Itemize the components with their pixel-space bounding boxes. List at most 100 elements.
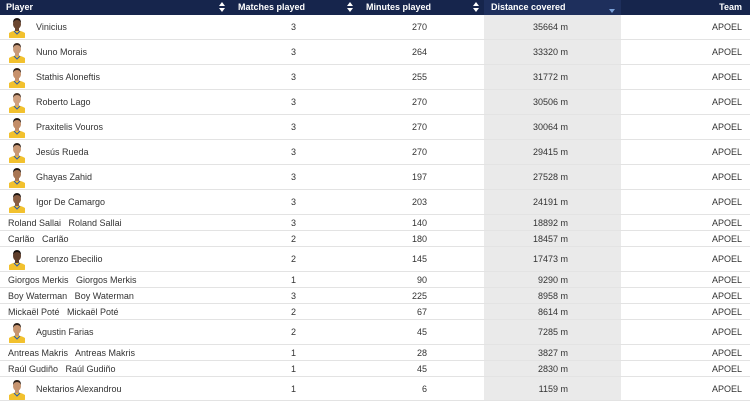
minutes-played-cell-value: 145 (411, 254, 427, 264)
player-cell[interactable]: Vinicius (0, 15, 230, 39)
player-cell[interactable]: Lorenzo Ebecilio (0, 247, 230, 271)
player-cell[interactable]: Nektarios Alexandrou (0, 377, 230, 400)
team-cell: APOEL (621, 115, 750, 139)
minutes-played-cell-value: 270 (411, 22, 427, 32)
matches-played-cell-value: 1 (290, 383, 296, 394)
table-row[interactable]: Lorenzo Ebecilio 2 145 17473 m APOEL (0, 247, 750, 272)
matches-played-cell: 3 (230, 190, 358, 214)
player-name[interactable]: Giorgos Merkis Giorgos Merkis (8, 275, 137, 285)
team-cell: APOEL (621, 165, 750, 189)
team-cell: APOEL (621, 140, 750, 164)
player-name[interactable]: Stathis Aloneftis (36, 72, 100, 82)
table-row[interactable]: Igor De Camargo 3 203 24191 m APOEL (0, 190, 750, 215)
table-row[interactable]: Carlão Carlão 2 180 18457 m APOEL (0, 231, 750, 247)
player-name[interactable]: Lorenzo Ebecilio (36, 254, 103, 264)
player-name[interactable]: Mickaël Poté Mickaël Poté (8, 307, 119, 317)
player-cell[interactable]: Stathis Aloneftis (0, 65, 230, 89)
minutes-played-cell: 6 (358, 377, 484, 400)
table-row[interactable]: Jesús Rueda 3 270 29415 m APOEL (0, 140, 750, 165)
minutes-played-cell-value: 197 (411, 172, 427, 182)
table-row[interactable]: Vinicius 3 270 35664 m APOEL (0, 15, 750, 40)
player-cell[interactable]: Boy Waterman Boy Waterman (0, 288, 230, 303)
minutes-played-cell-value: 67 (416, 306, 427, 317)
table-row[interactable]: Antreas Makris Antreas Makris 1 28 3827 m AP… (0, 345, 750, 361)
minutes-played-cell-value: 28 (416, 347, 427, 358)
player-name[interactable]: Agustin Farias (36, 327, 94, 337)
player-cell[interactable]: Agustin Farias (0, 320, 230, 344)
team-cell: APOEL (621, 288, 750, 303)
player-cell[interactable]: Roberto Lago (0, 90, 230, 114)
table-row[interactable]: Boy Waterman Boy Waterman 3 225 8958 m APOEL (0, 288, 750, 304)
table-row[interactable]: Praxitelis Vouros 3 270 30064 m APOEL (0, 115, 750, 140)
sort-arrows-icon[interactable] (219, 2, 225, 13)
player-name[interactable]: Jesús Rueda (36, 147, 89, 157)
player-name[interactable]: Roland Sallai Roland Sallai (8, 218, 122, 228)
player-cell[interactable]: Igor De Camargo (0, 190, 230, 214)
team-cell: APOEL (621, 247, 750, 271)
player-cell[interactable]: Roland Sallai Roland Sallai (0, 215, 230, 230)
player-name[interactable]: Igor De Camargo (36, 197, 105, 207)
player-avatar (8, 248, 26, 270)
sort-arrows-icon[interactable] (347, 2, 353, 13)
player-name[interactable]: Ghayas Zahid (36, 172, 92, 182)
minutes-played-cell-value: 270 (411, 97, 427, 107)
player-cell[interactable]: Nuno Morais (0, 40, 230, 64)
minutes-played-cell-value: 6 (421, 383, 427, 394)
matches-played-cell-value: 3 (290, 122, 296, 132)
minutes-played-cell: 255 (358, 65, 484, 89)
table-row[interactable]: Roberto Lago 3 270 30506 m APOEL (0, 90, 750, 115)
matches-played-cell-value: 3 (290, 217, 296, 228)
team-cell-value: APOEL (711, 306, 742, 317)
table-row[interactable]: Giorgos Merkis Giorgos Merkis 1 90 9290 m AP… (0, 272, 750, 288)
player-cell[interactable]: Ghayas Zahid (0, 165, 230, 189)
player-cell[interactable]: Mickaël Poté Mickaël Poté (0, 304, 230, 319)
column-header-distance[interactable]: Distance covered (484, 0, 621, 15)
distance-covered-cell: 7285 m (484, 320, 621, 344)
player-name[interactable]: Antreas Makris Antreas Makris (8, 348, 135, 358)
column-header-minutes[interactable]: Minutes played (358, 0, 484, 15)
distance-covered-cell-value: 35664 m (532, 22, 568, 32)
minutes-played-cell: 225 (358, 288, 484, 303)
table-row[interactable]: Roland Sallai Roland Sallai 3 140 18892 m AP… (0, 215, 750, 231)
matches-played-cell-value: 3 (290, 172, 296, 182)
player-cell[interactable]: Raúl Gudiño Raúl Gudiño (0, 361, 230, 376)
team-cell-value: APOEL (711, 47, 742, 57)
table-row[interactable]: Agustin Farias 2 45 7285 m APOEL (0, 320, 750, 345)
sort-descending-icon[interactable] (609, 9, 615, 13)
player-name[interactable]: Nuno Morais (36, 47, 87, 57)
minutes-played-cell: 203 (358, 190, 484, 214)
distance-covered-cell: 8614 m (484, 304, 621, 319)
distance-covered-cell: 31772 m (484, 65, 621, 89)
team-cell-value: APOEL (711, 274, 742, 285)
player-name[interactable]: Roberto Lago (36, 97, 91, 107)
column-header-player[interactable]: Player (0, 0, 230, 15)
player-name[interactable]: Nektarios Alexandrou (36, 384, 122, 394)
player-name[interactable]: Praxitelis Vouros (36, 122, 103, 132)
column-header-matches[interactable]: Matches played (230, 0, 358, 15)
matches-played-cell: 2 (230, 320, 358, 344)
distance-covered-cell-value: 29415 m (532, 147, 568, 157)
team-cell: APOEL (621, 65, 750, 89)
player-cell[interactable]: Carlão Carlão (0, 231, 230, 246)
table-row[interactable]: Stathis Aloneftis 3 255 31772 m APOEL (0, 65, 750, 90)
minutes-played-cell-value: 270 (411, 147, 427, 157)
player-cell[interactable]: Giorgos Merkis Giorgos Merkis (0, 272, 230, 287)
table-row[interactable]: Mickaël Poté Mickaël Poté 2 67 8614 m APOEL (0, 304, 750, 320)
player-name[interactable]: Raúl Gudiño Raúl Gudiño (8, 364, 116, 374)
player-name[interactable]: Carlão Carlão (8, 234, 69, 244)
table-row[interactable]: Nuno Morais 3 264 33320 m APOEL (0, 40, 750, 65)
matches-played-cell: 3 (230, 215, 358, 230)
sort-arrows-icon[interactable] (473, 2, 479, 13)
table-row[interactable]: Ghayas Zahid 3 197 27528 m APOEL (0, 165, 750, 190)
player-name[interactable]: Vinicius (36, 22, 67, 32)
team-cell: APOEL (621, 231, 750, 246)
player-name[interactable]: Boy Waterman Boy Waterman (8, 291, 134, 301)
team-cell-value: APOEL (711, 217, 742, 228)
table-row[interactable]: Nektarios Alexandrou 1 6 1159 m APOEL (0, 377, 750, 401)
player-cell[interactable]: Praxitelis Vouros (0, 115, 230, 139)
column-header-team[interactable]: Team (621, 0, 750, 15)
table-row[interactable]: Raúl Gudiño Raúl Gudiño 1 45 2830 m APOEL (0, 361, 750, 377)
minutes-played-cell-value: 180 (411, 233, 427, 244)
player-cell[interactable]: Antreas Makris Antreas Makris (0, 345, 230, 360)
player-cell[interactable]: Jesús Rueda (0, 140, 230, 164)
